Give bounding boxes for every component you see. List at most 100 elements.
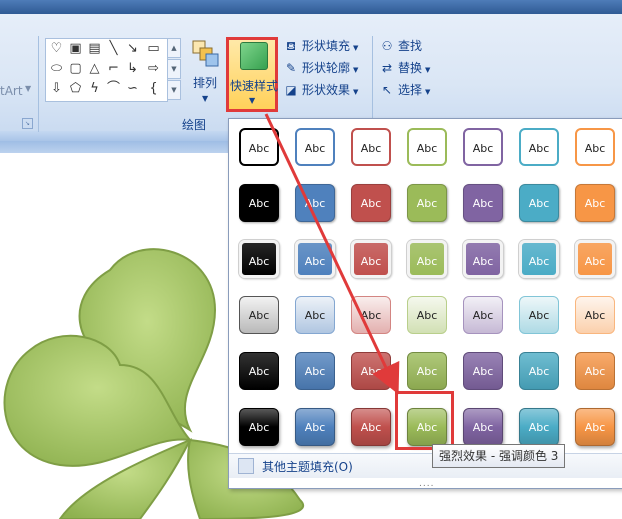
style-swatch-bevel-1[interactable]: Abc <box>239 240 279 278</box>
style-swatch-intense-effect-7[interactable]: Abc <box>575 408 615 446</box>
line-shape-icon[interactable]: ╲ <box>105 40 122 57</box>
chevron-down-icon: ▼ <box>425 66 431 74</box>
triangle-shape-icon[interactable]: △ <box>86 60 103 77</box>
resize-grip-icon[interactable]: .... <box>419 479 434 489</box>
quick-styles-button[interactable]: 快速样式 ▼ <box>226 37 278 112</box>
vertical-textbox-shape-icon[interactable]: ▤ <box>86 40 103 57</box>
style-swatch-bevel-2[interactable]: Abc <box>295 240 335 278</box>
style-swatch-outline-3[interactable]: Abc <box>351 128 391 166</box>
select-button[interactable]: ↖ 选择 ▼ <box>379 80 430 100</box>
style-swatch-outline-1[interactable]: Abc <box>239 128 279 166</box>
style-swatch-bevel-6[interactable]: Abc <box>519 240 559 278</box>
chevron-down-icon[interactable]: ▼ <box>25 84 31 93</box>
quick-styles-icon <box>240 42 268 70</box>
pentagon-shape-icon[interactable]: ⬠ <box>67 80 84 97</box>
style-swatch-outline-2[interactable]: Abc <box>295 128 335 166</box>
oval-shape-icon[interactable]: ⬭ <box>48 60 65 77</box>
style-swatch-solid-fill-5[interactable]: Abc <box>463 184 503 222</box>
style-swatch-light-gradient-2[interactable]: Abc <box>295 296 335 334</box>
chevron-down-icon[interactable]: ▼ <box>167 59 181 79</box>
style-swatch-outline-7[interactable]: Abc <box>575 128 615 166</box>
chevron-down-icon: ▼ <box>249 96 256 105</box>
shape-outline-button[interactable]: ✎ 形状轮廓 ▼ <box>283 58 358 78</box>
find-label: 查找 <box>398 39 423 53</box>
replace-icon: ⇄ <box>381 61 393 75</box>
textbox-shape-icon[interactable]: ▣ <box>67 40 84 57</box>
binoculars-icon: ⚇ <box>381 39 393 53</box>
style-swatch-solid-fill-7[interactable]: Abc <box>575 184 615 222</box>
style-swatch-intense-effect-1[interactable]: Abc <box>239 408 279 446</box>
style-swatch-bevel-7[interactable]: Abc <box>575 240 615 278</box>
style-swatch-moderate-gradient-7[interactable]: Abc <box>575 352 615 390</box>
style-swatch-outline-5[interactable]: Abc <box>463 128 503 166</box>
replace-label: 替换 <box>398 61 423 75</box>
style-swatch-bevel-3[interactable]: Abc <box>351 240 391 278</box>
replace-button[interactable]: ⇄ 替换 ▼ <box>379 58 430 78</box>
fill-icon <box>238 458 254 474</box>
find-button[interactable]: ⚇ 查找 <box>379 36 422 56</box>
arc-shape-icon[interactable]: ⌒ <box>105 80 122 97</box>
style-swatch-intense-effect-3[interactable]: Abc <box>351 408 391 446</box>
elbow-arrow-shape-icon[interactable]: ↳ <box>124 60 141 77</box>
arrange-label: 排列 <box>193 76 218 90</box>
paint-bucket-icon: ⛾ <box>286 39 296 53</box>
arrange-button[interactable]: 排列 ▼ <box>186 38 226 104</box>
style-swatch-moderate-gradient-5[interactable]: Abc <box>463 352 503 390</box>
style-swatch-moderate-gradient-1[interactable]: Abc <box>239 352 279 390</box>
elbow-connector-shape-icon[interactable]: ⌐ <box>105 60 122 77</box>
selection-highlight <box>395 391 454 450</box>
style-swatch-outline-4[interactable]: Abc <box>407 128 447 166</box>
style-swatch-solid-fill-6[interactable]: Abc <box>519 184 559 222</box>
shape-effects-label: 形状效果 <box>302 83 351 97</box>
more-theme-fills-label: 其他主题填充(O) <box>262 460 353 474</box>
style-swatch-solid-fill-4[interactable]: Abc <box>407 184 447 222</box>
style-swatch-bevel-4[interactable]: Abc <box>407 240 447 278</box>
group-label-drawing: 绘图 <box>182 118 207 132</box>
rectangle-shape-icon[interactable]: ▭ <box>145 40 162 57</box>
arrange-icon <box>192 40 219 67</box>
style-swatch-solid-fill-2[interactable]: Abc <box>295 184 335 222</box>
heart-shape-icon[interactable]: ♡ <box>48 40 65 57</box>
style-swatch-moderate-gradient-6[interactable]: Abc <box>519 352 559 390</box>
style-swatch-moderate-gradient-3[interactable]: Abc <box>351 352 391 390</box>
style-swatch-moderate-gradient-4[interactable]: Abc <box>407 352 447 390</box>
lightning-shape-icon[interactable]: ϟ <box>86 80 103 97</box>
chevron-down-icon: ▼ <box>353 44 359 52</box>
shape-fill-button[interactable]: ⛾ 形状填充 ▼ <box>283 36 358 56</box>
gallery-more-icon[interactable]: ▼ <box>167 80 181 100</box>
chevron-down-icon: ▼ <box>202 94 209 103</box>
style-swatch-solid-fill-3[interactable]: Abc <box>351 184 391 222</box>
curve-shape-icon[interactable]: ∽ <box>124 80 141 97</box>
dialog-launcher-icon[interactable]: ↘ <box>22 118 33 129</box>
chevron-down-icon: ▼ <box>425 88 431 96</box>
pen-icon: ✎ <box>285 61 297 75</box>
style-swatch-bevel-5[interactable]: Abc <box>463 240 503 278</box>
shape-outline-label: 形状轮廓 <box>302 61 351 75</box>
style-swatch-light-gradient-7[interactable]: Abc <box>575 296 615 334</box>
style-swatch-intense-effect-2[interactable]: Abc <box>295 408 335 446</box>
rounded-rectangle-shape-icon[interactable]: ▢ <box>67 60 84 77</box>
style-swatch-intense-effect-6[interactable]: Abc <box>519 408 559 446</box>
pentagon-arrow-shape-icon[interactable]: ⇨ <box>145 60 162 77</box>
title-bar <box>0 0 622 14</box>
style-swatch-intense-effect-5[interactable]: Abc <box>463 408 503 446</box>
style-tooltip: 强烈效果 - 强调颜色 3 <box>432 444 566 468</box>
style-swatch-light-gradient-4[interactable]: Abc <box>407 296 447 334</box>
chevron-down-icon: ▼ <box>353 66 359 74</box>
down-arrow-shape-icon[interactable]: ⇩ <box>48 80 65 97</box>
style-swatch-light-gradient-5[interactable]: Abc <box>463 296 503 334</box>
select-label: 选择 <box>398 83 423 97</box>
style-swatch-light-gradient-3[interactable]: Abc <box>351 296 391 334</box>
style-swatch-outline-6[interactable]: Abc <box>519 128 559 166</box>
smartart-button-label[interactable]: tArt <box>0 84 23 98</box>
shapes-gallery[interactable]: ♡ ▣ ▤ ╲ ↘ ▭ ⬭ ▢ △ ⌐ ↳ ⇨ ⇩ ⬠ ϟ ⌒ ∽ { <box>45 38 168 102</box>
chevron-up-icon[interactable]: ▲ <box>167 38 181 58</box>
style-swatch-moderate-gradient-2[interactable]: Abc <box>295 352 335 390</box>
style-swatch-light-gradient-6[interactable]: Abc <box>519 296 559 334</box>
style-swatch-light-gradient-1[interactable]: Abc <box>239 296 279 334</box>
style-swatch-solid-fill-1[interactable]: Abc <box>239 184 279 222</box>
cursor-icon: ↖ <box>381 83 393 97</box>
shape-effects-button[interactable]: ◪ 形状效果 ▼ <box>283 80 358 100</box>
brace-shape-icon[interactable]: { <box>145 80 162 97</box>
arrow-line-shape-icon[interactable]: ↘ <box>124 40 141 57</box>
